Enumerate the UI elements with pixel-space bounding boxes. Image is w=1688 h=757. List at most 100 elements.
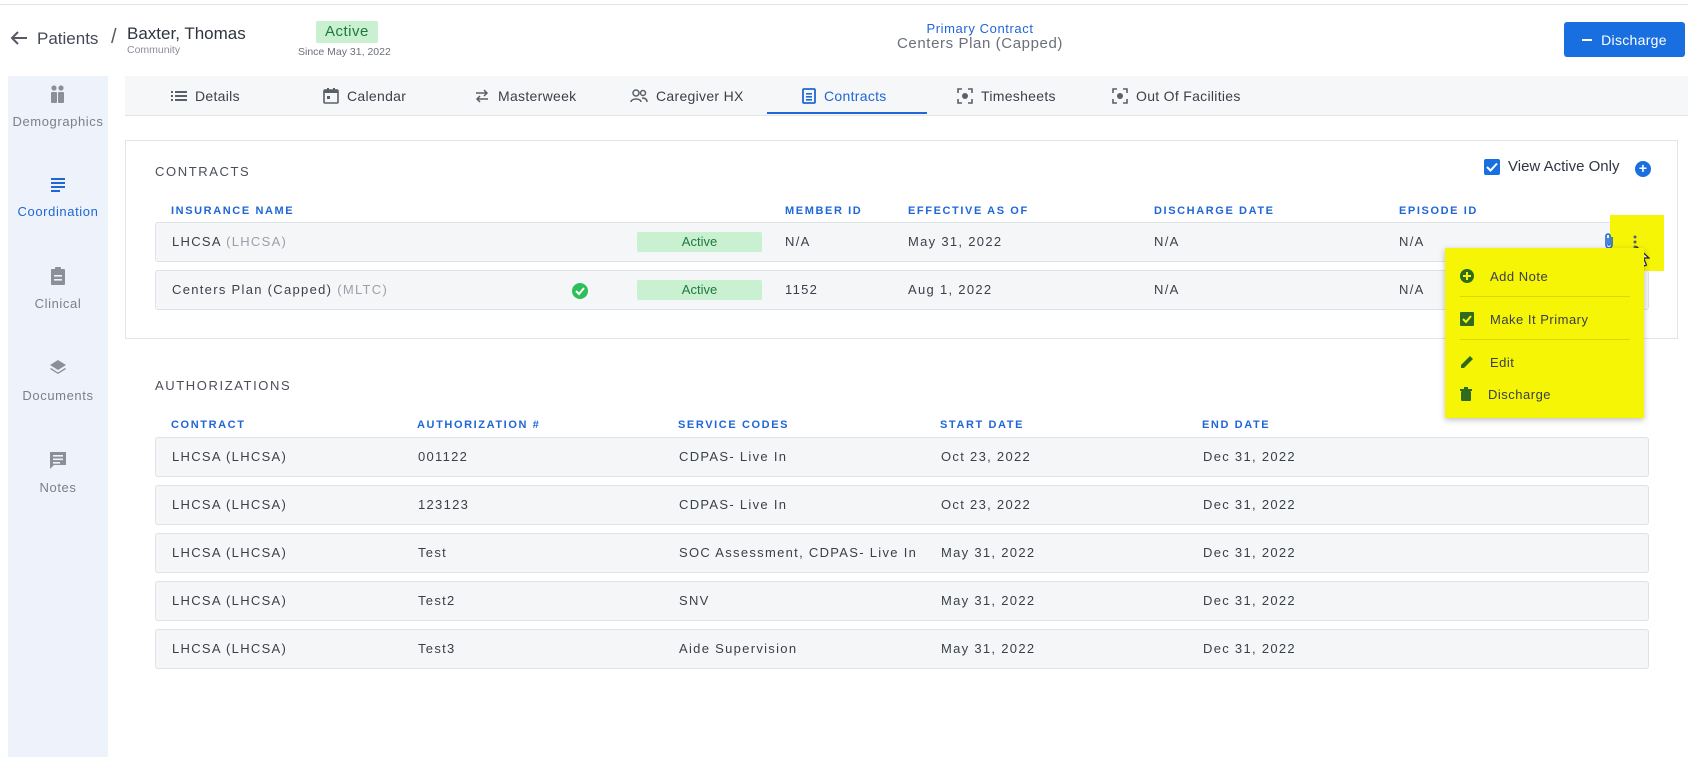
tab-label: Masterweek	[498, 88, 577, 104]
col-authorization-number: AUTHORIZATION #	[417, 419, 541, 431]
sidebar-item-notes[interactable]: Notes	[8, 450, 108, 495]
auth-end-date: Dec 31, 2022	[1203, 449, 1296, 464]
col-start-date: START DATE	[940, 419, 1025, 431]
contract-row[interactable]: Centers Plan (Capped) (MLTC) Active 1152…	[155, 270, 1649, 310]
menu-item-label: Edit	[1490, 354, 1515, 370]
auth-end-date: Dec 31, 2022	[1203, 593, 1296, 608]
plus-circle-icon	[1460, 269, 1474, 283]
patient-name: Baxter, Thomas	[127, 24, 246, 43]
auth-service-codes: CDPAS- Live In	[679, 497, 788, 512]
auth-end-date: Dec 31, 2022	[1203, 497, 1296, 512]
active-tab-indicator	[767, 112, 927, 114]
sidebar-item-label: Notes	[39, 480, 77, 495]
tab-label: Timesheets	[981, 88, 1056, 104]
authorization-row[interactable]: LHCSA (LHCSA) 001122 CDPAS- Live In Oct …	[155, 437, 1649, 477]
tab-label: Calendar	[347, 88, 407, 104]
effective-date: Aug 1, 2022	[908, 282, 993, 297]
list-icon	[51, 178, 65, 192]
breadcrumb-patients-link[interactable]: Patients	[37, 29, 98, 49]
col-discharge-date: DISCHARGE DATE	[1154, 205, 1275, 217]
patient-type: Community	[127, 44, 181, 56]
auth-end-date: Dec 31, 2022	[1203, 641, 1296, 656]
tab-masterweek[interactable]: Masterweek	[474, 76, 576, 116]
auth-service-codes: CDPAS- Live In	[679, 449, 788, 464]
sidebar-item-documents[interactable]: Documents	[8, 358, 108, 403]
contract-row[interactable]: LHCSA (LHCSA) Active N/A May 31, 2022 N/…	[155, 222, 1649, 262]
tab-out-of-facilities[interactable]: Out Of Facilities	[1112, 76, 1241, 116]
authorization-row[interactable]: LHCSA (LHCSA) Test3 Aide Supervision May…	[155, 629, 1649, 669]
sidebar-item-clinical[interactable]: Clinical	[8, 266, 108, 311]
layers-icon	[50, 360, 66, 374]
calendar-icon	[323, 88, 339, 104]
menu-item-add-note[interactable]: Add Note	[1460, 261, 1630, 291]
discharge-button-label: Discharge	[1601, 31, 1667, 48]
minus-icon	[1582, 38, 1593, 41]
tab-calendar[interactable]: Calendar	[323, 76, 406, 116]
clipboard-icon	[51, 267, 65, 285]
effective-date: May 31, 2022	[908, 234, 1003, 249]
auth-number: Test3	[418, 641, 456, 656]
view-active-only-checkbox[interactable]: View Active Only	[1484, 158, 1619, 175]
auth-start-date: Oct 23, 2022	[941, 449, 1032, 464]
auth-contract: LHCSA (LHCSA)	[172, 449, 288, 464]
auth-service-codes: SOC Assessment, CDPAS- Live In	[679, 545, 918, 560]
discharge-button[interactable]: Discharge	[1564, 22, 1685, 57]
auth-contract: LHCSA (LHCSA)	[172, 641, 288, 656]
primary-contract-value: Centers Plan (Capped)	[896, 35, 1063, 52]
menu-item-label: Discharge	[1488, 386, 1552, 402]
comment-icon	[50, 452, 66, 469]
menu-item-label: Add Note	[1490, 268, 1549, 284]
discharge-date: N/A	[1154, 282, 1180, 297]
auth-number: Test	[418, 545, 448, 560]
episode-id: N/A	[1399, 282, 1425, 297]
sidebar-item-label: Documents	[22, 388, 94, 403]
people-icon	[51, 85, 64, 103]
tab-contracts[interactable]: Contracts	[802, 76, 887, 116]
contract-name: Centers Plan (Capped) (MLTC)	[172, 282, 389, 297]
col-effective-as-of: EFFECTIVE AS OF	[908, 205, 1029, 217]
auth-number: 001122	[418, 449, 469, 464]
auth-number: 123123	[418, 497, 470, 512]
add-contract-icon[interactable]: +	[1635, 161, 1651, 177]
contract-status-badge: Active	[637, 232, 762, 252]
sidebar-item-coordination[interactable]: Coordination	[8, 174, 108, 219]
tab-details[interactable]: Details	[171, 76, 240, 116]
scan-icon	[957, 88, 973, 104]
back-arrow-icon[interactable]	[10, 30, 28, 46]
col-service-codes: SERVICE CODES	[678, 419, 790, 431]
auth-start-date: Oct 23, 2022	[941, 497, 1032, 512]
authorization-row[interactable]: LHCSA (LHCSA) Test SOC Assessment, CDPAS…	[155, 533, 1649, 573]
menu-item-edit[interactable]: Edit	[1460, 347, 1630, 377]
episode-id: N/A	[1399, 234, 1425, 249]
authorization-row[interactable]: LHCSA (LHCSA) Test2 SNV May 31, 2022 Dec…	[155, 581, 1649, 621]
breadcrumb-separator: /	[111, 26, 117, 48]
sidebar-item-label: Coordination	[17, 204, 99, 219]
checkbox-icon	[1460, 312, 1474, 326]
tab-label: Caregiver HX	[656, 88, 744, 104]
primary-contract-label: Primary Contract	[926, 21, 1034, 36]
menu-item-label: Make It Primary	[1490, 311, 1589, 327]
document-icon	[802, 88, 816, 104]
patient-status-badge: Active	[316, 21, 378, 43]
tab-bar: Details Calendar Masterweek Caregiver HX…	[125, 76, 1688, 116]
sidebar-item-demographics[interactable]: Demographics	[8, 84, 108, 129]
authorizations-section-title: AUTHORIZATIONS	[155, 378, 292, 393]
sidebar-item-label: Demographics	[12, 114, 104, 129]
menu-divider	[1460, 339, 1630, 340]
tab-timesheets[interactable]: Timesheets	[957, 76, 1056, 116]
menu-item-make-it-primary[interactable]: Make It Primary	[1460, 304, 1630, 334]
view-active-only-label: View Active Only	[1508, 158, 1620, 175]
people-icon	[630, 89, 648, 103]
auth-contract: LHCSA (LHCSA)	[172, 497, 288, 512]
menu-item-discharge[interactable]: Discharge	[1460, 379, 1630, 409]
sidebar-item-label: Clinical	[34, 296, 82, 311]
scan-icon	[1112, 88, 1128, 104]
member-id: 1152	[785, 282, 819, 297]
top-divider	[0, 4, 1688, 5]
contracts-section-title: CONTRACTS	[155, 164, 251, 179]
menu-divider	[1460, 296, 1630, 297]
tab-caregiver-hx[interactable]: Caregiver HX	[630, 76, 744, 116]
col-contract: CONTRACT	[171, 419, 246, 431]
auth-end-date: Dec 31, 2022	[1203, 545, 1296, 560]
authorization-row[interactable]: LHCSA (LHCSA) 123123 CDPAS- Live In Oct …	[155, 485, 1649, 525]
